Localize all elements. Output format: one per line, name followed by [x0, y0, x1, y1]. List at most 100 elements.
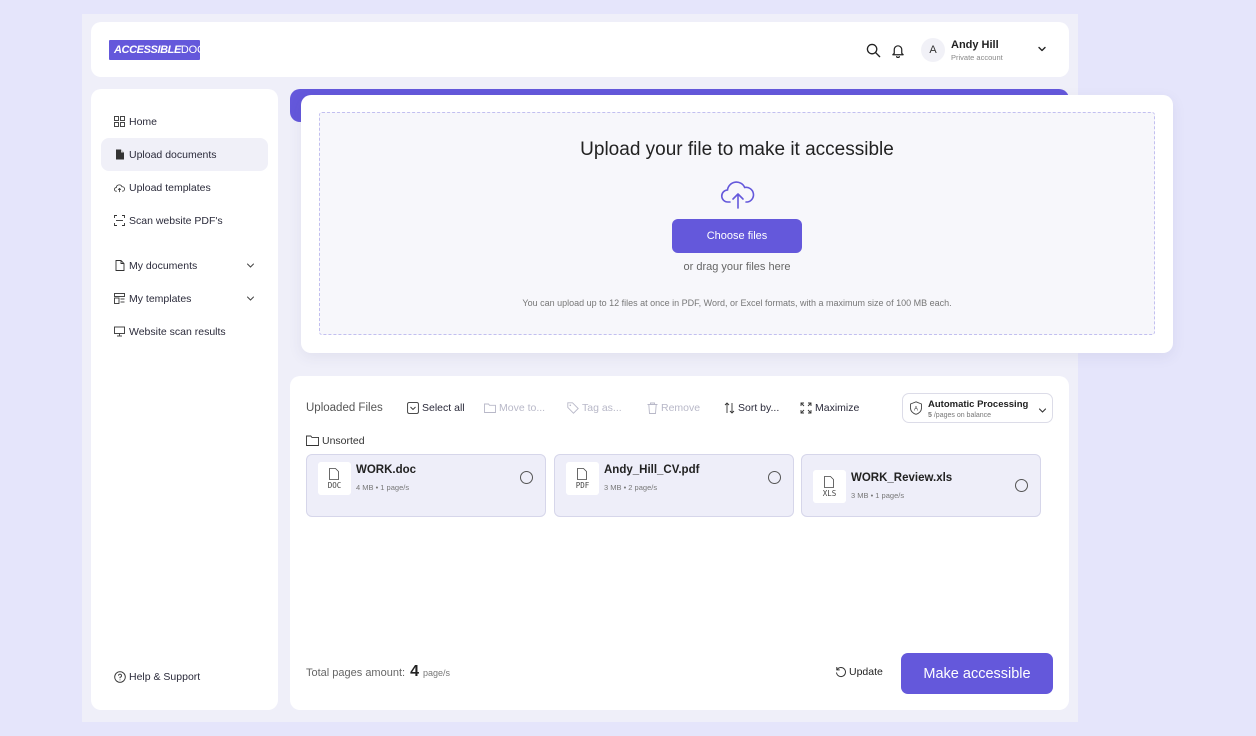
trash-icon [646, 402, 658, 414]
sidebar-item-label: My documents [129, 259, 198, 272]
sort-by-label: Sort by... [738, 402, 780, 414]
sidebar-item-label: Website scan results [129, 325, 226, 338]
total-value: 4 [410, 663, 419, 680]
top-header: ACCESSIBLEDOCS A Andy Hill Private accou… [91, 22, 1069, 77]
upload-limits-hint: You can upload up to 12 files at once in… [522, 298, 952, 308]
file-name: Andy_Hill_CV.pdf [604, 464, 700, 476]
move-to-button[interactable]: Move to... [484, 402, 545, 414]
file-thumbnail: DOC [318, 462, 351, 495]
sidebar-item-home[interactable]: Home [101, 105, 268, 138]
file-meta: 3 MB • 1 page/s [851, 491, 905, 500]
file-name: WORK_Review.xls [851, 472, 953, 484]
sidebar-item-upload-templates[interactable]: Upload templates [101, 171, 268, 204]
logo-bold: ACCESSIBLE [114, 44, 181, 56]
sort-by-button[interactable]: Sort by... [723, 402, 779, 414]
tag-as-button[interactable]: Tag as... [567, 402, 622, 414]
file-select-radio[interactable] [520, 471, 533, 484]
automatic-processing-select[interactable]: A Automatic Processing 5 /pages on balan… [902, 393, 1053, 423]
file-select-radio[interactable] [768, 471, 781, 484]
maximize-icon [800, 402, 812, 414]
file-name: WORK.doc [356, 464, 417, 476]
file-ext: PDF [575, 481, 590, 490]
total-unit: page/s [422, 668, 451, 678]
sidebar-item-scan-website[interactable]: Scan website PDF's [101, 204, 268, 237]
sidebar-item-upload-documents[interactable]: Upload documents [101, 138, 268, 171]
dropzone[interactable]: Upload your file to make it accessible C… [319, 112, 1155, 335]
file-meta: 3 MB • 2 page/s [604, 483, 658, 492]
user-name[interactable]: Andy Hill [951, 39, 999, 51]
logo[interactable]: ACCESSIBLEDOCS [109, 40, 200, 60]
sidebar-item-label: Upload documents [129, 148, 217, 161]
upload-panel: Upload your file to make it accessible C… [301, 95, 1173, 353]
balance-text: /pages on balance [933, 412, 992, 419]
sidebar-item-label: Home [129, 115, 158, 128]
select-all-label: Select all [422, 402, 465, 414]
chevron-down-icon [1037, 403, 1048, 414]
sidebar-item-my-templates[interactable]: My templates [101, 282, 268, 315]
home-grid-icon [114, 116, 125, 127]
maximize-button[interactable]: Maximize [800, 402, 859, 414]
svg-text:A: A [914, 407, 918, 413]
file-icon [577, 467, 587, 480]
shield-icon: A [909, 401, 923, 415]
processing-balance: 5 /pages on balance [928, 412, 991, 419]
refresh-icon [835, 666, 847, 678]
scan-icon [114, 215, 125, 226]
account-type: Private account [951, 53, 1003, 62]
help-label: Help & Support [129, 671, 201, 683]
tag-icon [567, 402, 579, 414]
uploaded-files-panel: Uploaded Files Select all Move to... Tag… [290, 376, 1069, 710]
file-thumbnail: XLS [813, 470, 846, 503]
sidebar-item-label: Scan website PDF's [129, 214, 223, 227]
file-icon [824, 475, 834, 488]
update-button[interactable]: Update [835, 666, 883, 678]
chevron-down-icon[interactable] [245, 260, 256, 271]
processing-title: Automatic Processing [928, 399, 1029, 410]
file-card[interactable]: PDF Andy_Hill_CV.pdf 3 MB • 2 page/s [554, 454, 794, 517]
sidebar-item-label: My templates [129, 292, 192, 305]
file-icon [114, 260, 125, 271]
checkbox-icon [407, 402, 419, 414]
remove-label: Remove [661, 402, 701, 414]
folder-label: Unsorted [322, 435, 365, 447]
file-icon [329, 467, 339, 480]
total-label: Total pages amount: [306, 667, 406, 679]
tag-as-label: Tag as... [582, 402, 622, 414]
avatar[interactable]: A [921, 38, 945, 62]
remove-button[interactable]: Remove [646, 402, 700, 414]
template-icon [114, 293, 125, 304]
sidebar-item-website-scan-results[interactable]: Website scan results [101, 315, 268, 348]
cloud-upload-icon [720, 180, 756, 210]
file-meta: 4 MB • 1 page/s [356, 483, 410, 492]
help-support-link[interactable]: Help & Support [114, 671, 200, 683]
sort-icon [723, 402, 735, 414]
folder-icon [484, 402, 496, 414]
chevron-down-icon[interactable] [245, 293, 256, 304]
logo-rest: DOCS [180, 44, 200, 56]
folder-icon [306, 435, 319, 447]
sidebar-item-my-documents[interactable]: My documents [101, 249, 268, 282]
select-all-button[interactable]: Select all [407, 402, 465, 414]
sidebar: Home Upload documents Upload templates S… [91, 89, 278, 710]
make-accessible-button[interactable]: Make accessible [901, 653, 1053, 694]
upload-title: Upload your file to make it accessible [580, 139, 894, 160]
file-ext: DOC [327, 481, 342, 490]
move-to-label: Move to... [499, 402, 546, 414]
uploaded-files-title: Uploaded Files [306, 402, 383, 414]
document-icon [114, 149, 125, 160]
file-card[interactable]: DOC WORK.doc 4 MB • 1 page/s [306, 454, 546, 517]
balance-count: 5 [928, 412, 932, 419]
sidebar-item-label: Upload templates [129, 181, 211, 194]
chevron-down-icon[interactable] [1035, 42, 1049, 56]
file-card[interactable]: XLS WORK_Review.xls 3 MB • 1 page/s [801, 454, 1041, 517]
cloud-upload-icon [114, 182, 125, 193]
bell-icon[interactable] [889, 41, 907, 59]
monitor-icon [114, 326, 125, 337]
choose-files-button[interactable]: Choose files [672, 219, 802, 253]
file-ext: XLS [822, 489, 837, 498]
search-icon[interactable] [864, 41, 882, 59]
folder-unsorted[interactable]: Unsorted [306, 435, 365, 447]
help-icon [114, 671, 126, 683]
update-label: Update [849, 666, 883, 678]
file-select-radio[interactable] [1015, 479, 1028, 492]
